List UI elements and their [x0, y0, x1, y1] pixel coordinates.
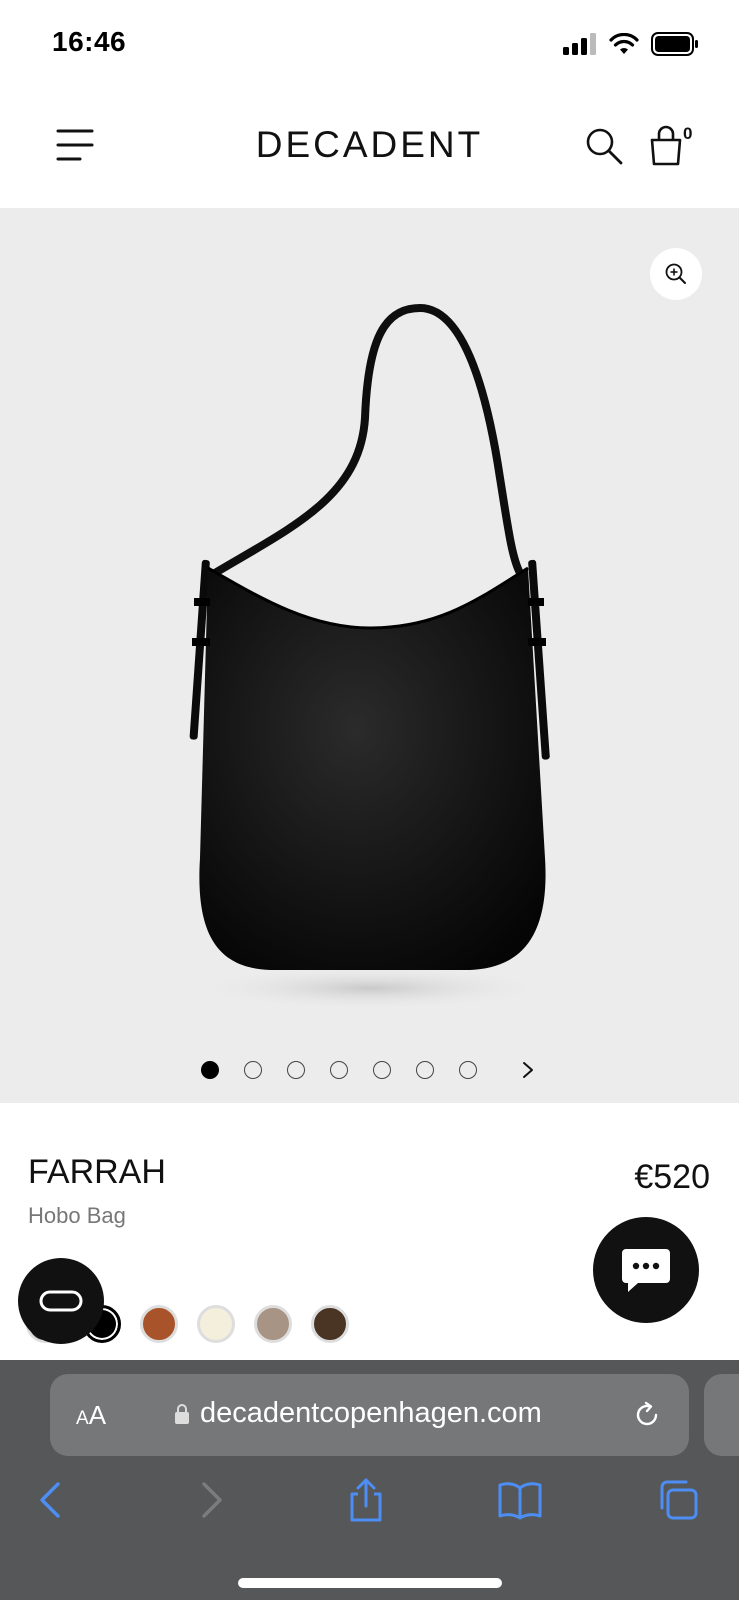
- address-bar[interactable]: AA decadentcopenhagen.com: [50, 1374, 689, 1456]
- color-swatch[interactable]: [311, 1305, 349, 1343]
- link-icon: [39, 1290, 83, 1312]
- status-bar: 16:46: [0, 0, 739, 90]
- color-swatch[interactable]: [140, 1305, 178, 1343]
- product-gallery[interactable]: [0, 208, 739, 1103]
- gallery-dot[interactable]: [330, 1061, 348, 1079]
- battery-icon: [651, 32, 698, 56]
- browser-toolbar: [0, 1478, 739, 1538]
- color-swatch[interactable]: [197, 1305, 235, 1343]
- zoom-button[interactable]: [650, 248, 702, 300]
- product-image: [189, 303, 550, 1010]
- reload-icon[interactable]: [632, 1400, 662, 1430]
- gallery-dot[interactable]: [201, 1061, 219, 1079]
- next-tab-preview[interactable]: [704, 1374, 739, 1456]
- signal-icon: [563, 33, 596, 55]
- gallery-dot[interactable]: [459, 1061, 477, 1079]
- chevron-right-icon[interactable]: [518, 1060, 538, 1080]
- product-type: Hobo Bag: [28, 1203, 126, 1228]
- lock-icon: [175, 1404, 189, 1424]
- tabs-icon[interactable]: [656, 1478, 700, 1522]
- reader-settings-button[interactable]: AA: [76, 1400, 106, 1431]
- wifi-icon: [609, 33, 639, 54]
- back-icon[interactable]: [30, 1478, 74, 1522]
- gallery-dot[interactable]: [373, 1061, 391, 1079]
- zoom-in-icon: [665, 263, 686, 284]
- color-swatch[interactable]: [254, 1305, 292, 1343]
- status-time: 16:46: [52, 26, 127, 57]
- share-icon[interactable]: [344, 1478, 388, 1522]
- chat-button[interactable]: [593, 1217, 699, 1323]
- chat-bubble-icon: [622, 1249, 670, 1292]
- status-icons: [563, 30, 699, 58]
- aa-small-label: A: [76, 1408, 89, 1429]
- url-text: decadentcopenhagen.com: [200, 1397, 542, 1429]
- gallery-pagination: [0, 1060, 739, 1080]
- brand-logo[interactable]: DECADENT: [0, 124, 739, 166]
- search-icon[interactable]: [584, 126, 624, 166]
- bookmarks-icon[interactable]: [498, 1478, 542, 1522]
- browser-bottom-bar: AA decadentcopenhagen.com: [0, 1360, 739, 1600]
- home-indicator: [238, 1578, 502, 1588]
- link-button[interactable]: [18, 1258, 104, 1344]
- forward-icon[interactable]: [188, 1478, 232, 1522]
- product-name: FARRAH: [28, 1153, 166, 1191]
- product-price: €520: [634, 1158, 710, 1196]
- gallery-dot[interactable]: [244, 1061, 262, 1079]
- aa-large-label: A: [88, 1400, 107, 1430]
- gallery-dot[interactable]: [287, 1061, 305, 1079]
- cart-count-badge: 0: [683, 124, 693, 143]
- site-header: DECADENT 0: [0, 90, 739, 208]
- gallery-dot[interactable]: [416, 1061, 434, 1079]
